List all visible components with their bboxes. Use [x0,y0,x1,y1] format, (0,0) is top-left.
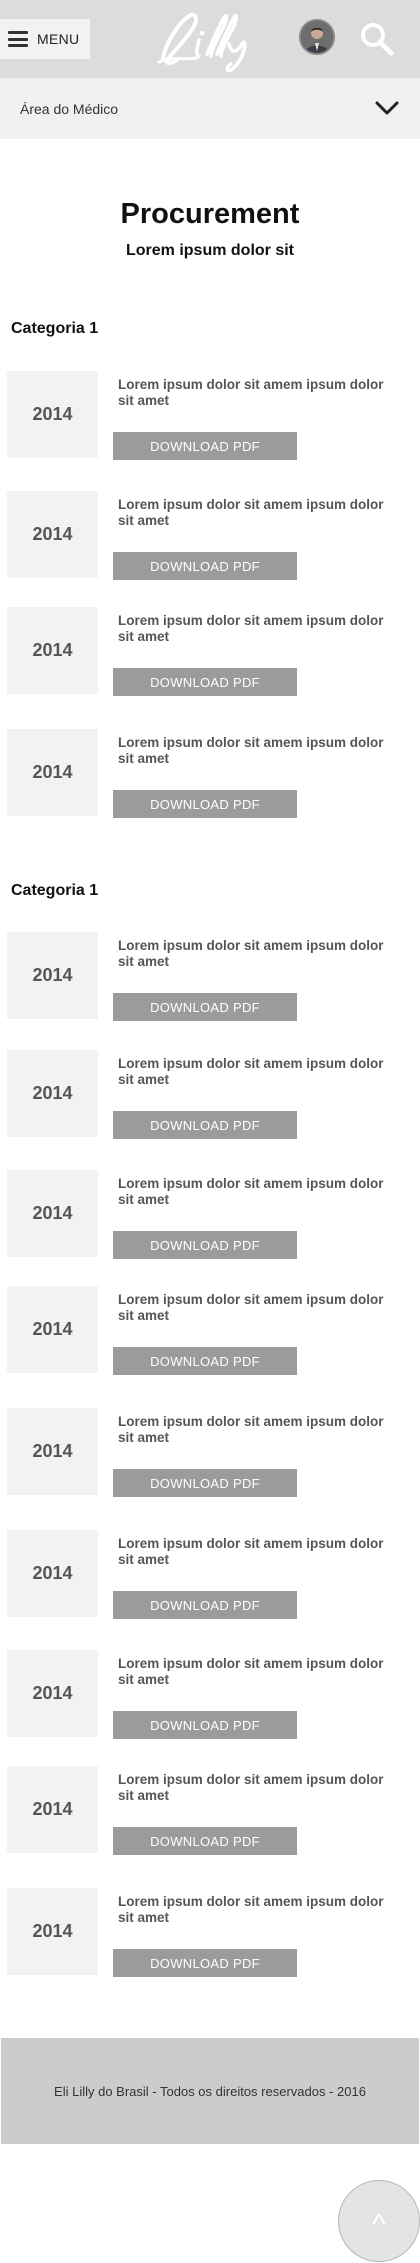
year-badge: 2014 [7,729,98,816]
year-badge: 2014 [7,932,98,1019]
page-footer: Eli Lilly do Brasil - Todos os direitos … [1,2038,419,2144]
document-description: Lorem ipsum dolor sit amem ipsum dolor s… [118,497,384,528]
chevron-down-icon [375,101,399,115]
category-title: Categoria 1 [11,882,99,899]
download-pdf-button[interactable]: DOWNLOAD PDF [113,1347,297,1375]
download-pdf-button[interactable]: DOWNLOAD PDF [113,1231,297,1259]
scroll-to-top-button[interactable]: ^ [338,2180,420,2262]
area-dropdown-label: Área do Médico [20,100,119,117]
download-pdf-button[interactable]: DOWNLOAD PDF [113,1469,297,1497]
category-title: Categoria 1 [11,320,99,337]
download-pdf-button[interactable]: DOWNLOAD PDF [113,1827,297,1855]
document-description: Lorem ipsum dolor sit amem ipsum dolor s… [118,1414,384,1445]
document-description: Lorem ipsum dolor sit amem ipsum dolor s… [118,735,384,766]
year-badge: 2014 [7,491,98,578]
document-description: Lorem ipsum dolor sit amem ipsum dolor s… [118,938,384,969]
document-description: Lorem ipsum dolor sit amem ipsum dolor s… [118,613,384,644]
document-item: 2014 Lorem ipsum dolor sit amem ipsum do… [0,607,420,697]
year-badge: 2014 [7,371,98,458]
download-pdf-button[interactable]: DOWNLOAD PDF [113,552,297,580]
document-description: Lorem ipsum dolor sit amem ipsum dolor s… [118,377,384,408]
document-item: 2014 Lorem ipsum dolor sit amem ipsum do… [0,1650,420,1740]
download-pdf-button[interactable]: DOWNLOAD PDF [113,432,297,460]
lilly-logo[interactable] [155,6,265,72]
year-badge: 2014 [7,607,98,694]
page-title: Procurement [120,198,300,230]
document-item: 2014 Lorem ipsum dolor sit amem ipsum do… [0,729,420,819]
document-item: 2014 Lorem ipsum dolor sit amem ipsum do… [0,1286,420,1376]
document-description: Lorem ipsum dolor sit amem ipsum dolor s… [118,1056,384,1087]
user-avatar[interactable] [299,19,335,55]
document-item: 2014 Lorem ipsum dolor sit amem ipsum do… [0,1408,420,1498]
year-badge: 2014 [7,1286,98,1373]
year-badge: 2014 [7,1050,98,1137]
year-badge: 2014 [7,1530,98,1617]
download-pdf-button[interactable]: DOWNLOAD PDF [113,1111,297,1139]
document-item: 2014 Lorem ipsum dolor sit amem ipsum do… [0,1530,420,1620]
menu-label: MENU [37,31,80,47]
document-item: 2014 Lorem ipsum dolor sit amem ipsum do… [0,371,420,461]
document-description: Lorem ipsum dolor sit amem ipsum dolor s… [118,1772,384,1803]
caret-up-icon: ^ [372,2208,386,2239]
document-item: 2014 Lorem ipsum dolor sit amem ipsum do… [0,932,420,1022]
document-item: 2014 Lorem ipsum dolor sit amem ipsum do… [0,1170,420,1260]
year-badge: 2014 [7,1650,98,1737]
area-dropdown[interactable]: Área do Médico [0,78,420,139]
page-subtitle: Lorem ipsum dolor sit [125,242,294,259]
document-item: 2014 Lorem ipsum dolor sit amem ipsum do… [0,1766,420,1856]
document-description: Lorem ipsum dolor sit amem ipsum dolor s… [118,1894,384,1925]
menu-button[interactable]: MENU [0,19,90,59]
document-item: 2014 Lorem ipsum dolor sit amem ipsum do… [0,1888,420,1978]
year-badge: 2014 [7,1408,98,1495]
download-pdf-button[interactable]: DOWNLOAD PDF [113,1591,297,1619]
download-pdf-button[interactable]: DOWNLOAD PDF [113,1711,297,1739]
download-pdf-button[interactable]: DOWNLOAD PDF [113,790,297,818]
document-description: Lorem ipsum dolor sit amem ipsum dolor s… [118,1656,384,1687]
document-description: Lorem ipsum dolor sit amem ipsum dolor s… [118,1292,384,1323]
document-item: 2014 Lorem ipsum dolor sit amem ipsum do… [0,491,420,581]
year-badge: 2014 [7,1888,98,1975]
hamburger-icon [8,31,28,47]
year-badge: 2014 [7,1170,98,1257]
document-description: Lorem ipsum dolor sit amem ipsum dolor s… [118,1176,384,1207]
footer-copyright: Eli Lilly do Brasil - Todos os direitos … [54,2083,366,2099]
download-pdf-button[interactable]: DOWNLOAD PDF [113,668,297,696]
search-icon[interactable] [358,20,396,58]
document-item: 2014 Lorem ipsum dolor sit amem ipsum do… [0,1050,420,1140]
top-header: MENU [0,0,420,78]
year-badge: 2014 [7,1766,98,1853]
document-description: Lorem ipsum dolor sit amem ipsum dolor s… [118,1536,384,1567]
download-pdf-button[interactable]: DOWNLOAD PDF [113,1949,297,1977]
download-pdf-button[interactable]: DOWNLOAD PDF [113,993,297,1021]
